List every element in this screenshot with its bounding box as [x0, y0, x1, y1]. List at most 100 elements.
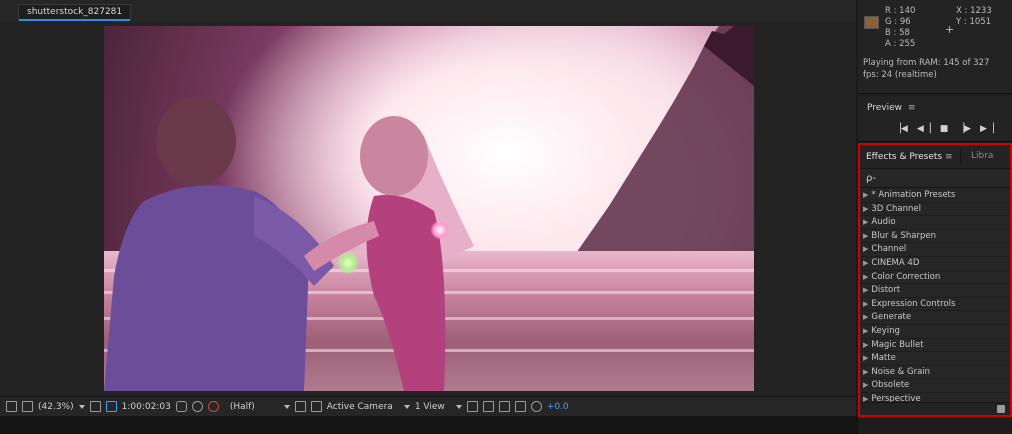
effect-category-label: CINEMA 4D	[871, 257, 920, 268]
effect-category-item[interactable]: ▶ 3D Channel	[860, 203, 1010, 217]
new-bin-icon[interactable]	[997, 405, 1005, 413]
expand-arrow-icon[interactable]: ▶	[863, 273, 868, 281]
effect-category-item[interactable]: ▶ Keying	[860, 325, 1010, 339]
info-green: G : 96	[885, 17, 911, 27]
timeline-icon[interactable]	[498, 401, 510, 412]
preview-title[interactable]: Preview	[867, 103, 902, 113]
stop-icon[interactable]: ■	[940, 124, 949, 134]
views-select[interactable]: 1 View	[415, 402, 445, 412]
effect-category-item[interactable]: ▶ Magic Bullet	[860, 339, 1010, 353]
current-time[interactable]: 1:00:02:03	[122, 402, 171, 412]
effect-category-label: * Animation Presets	[871, 190, 956, 200]
zoom-dropdown-icon[interactable]	[78, 404, 85, 409]
viewer-toolbar: (42.3%) 1:00:02:03 (Half) Active Camera …	[0, 396, 856, 416]
expand-arrow-icon[interactable]: ▶	[863, 368, 868, 376]
effect-category-label: Distort	[871, 285, 901, 296]
flowchart-icon[interactable]	[514, 401, 526, 412]
expand-arrow-icon[interactable]: ▶	[863, 354, 868, 362]
expand-arrow-icon[interactable]: ▶	[863, 341, 868, 349]
effect-category-item[interactable]: ▶ * Animation Presets	[860, 189, 1010, 203]
effect-category-label: 3D Channel	[871, 203, 921, 214]
expand-arrow-icon[interactable]: ▶	[863, 191, 868, 199]
last-frame-icon[interactable]: ▶▕	[980, 124, 994, 134]
info-red: R : 140	[885, 6, 916, 16]
info-panel: R : 140 G : 96 B : 58 A : 255 + X : 1233…	[858, 0, 1012, 94]
effect-category-item[interactable]: ▶ Obsolete	[860, 379, 1010, 393]
effect-category-item[interactable]: ▶ Distort	[860, 284, 1010, 298]
first-frame-icon[interactable]: ▕◀	[894, 124, 908, 134]
effect-category-item[interactable]: ▶ Color Correction	[860, 271, 1010, 285]
expand-arrow-icon[interactable]: ▶	[863, 300, 868, 308]
composition-frame-image[interactable]	[104, 26, 754, 391]
effect-category-item[interactable]: ▶ Matte	[860, 352, 1010, 366]
render-icon[interactable]	[482, 401, 494, 412]
effect-category-item[interactable]: ▶ Noise & Grain	[860, 366, 1010, 380]
effect-category-label: Channel	[871, 244, 907, 255]
info-y: Y : 1051	[956, 17, 992, 27]
reset-exposure-icon[interactable]	[530, 401, 542, 412]
transparency-grid-icon[interactable]	[310, 401, 322, 412]
effect-category-label: Generate	[871, 312, 912, 323]
resolution-dropdown-icon[interactable]	[283, 404, 290, 409]
composition-viewer: shutterstock_827281 (42.3%) 1:00:02:03 (…	[0, 0, 856, 416]
region-of-interest-icon[interactable]	[105, 401, 117, 412]
expand-arrow-icon[interactable]: ▶	[863, 286, 868, 294]
toggle-pixel-aspect-icon[interactable]	[466, 401, 478, 412]
tab-libraries[interactable]: Libra	[960, 148, 1008, 166]
effect-category-label: Blur & Sharpen	[871, 230, 936, 241]
monitor-icon[interactable]	[22, 401, 33, 412]
crosshair-icon: +	[945, 23, 955, 36]
camera-dropdown-icon[interactable]	[403, 404, 410, 409]
expand-arrow-icon[interactable]: ▶	[863, 205, 868, 213]
expand-arrow-icon[interactable]: ▶	[863, 381, 868, 389]
expand-arrow-icon[interactable]: ▶	[863, 218, 868, 226]
expand-arrow-icon[interactable]: ▶	[863, 232, 868, 240]
effect-category-item[interactable]: ▶ CINEMA 4D	[860, 257, 1010, 271]
playback-status: Playing from RAM: 145 of 327	[863, 58, 990, 68]
zoom-level[interactable]: (42.3%)	[38, 402, 74, 412]
grid-icon[interactable]	[89, 401, 101, 412]
effect-category-item[interactable]: ▶ Blur & Sharpen	[860, 230, 1010, 244]
info-alpha: A : 255	[885, 39, 916, 49]
show-snapshot-icon[interactable]	[191, 401, 203, 412]
expand-arrow-icon[interactable]: ▶	[863, 313, 868, 321]
effects-tab-bar: Effects & Presets ≡ Libra	[860, 145, 1010, 169]
effect-category-label: Obsolete	[871, 380, 910, 391]
effect-category-item[interactable]: ▶ Expression Controls	[860, 298, 1010, 312]
panel-menu-icon[interactable]: ≡	[945, 152, 953, 162]
resolution-select[interactable]: (Half)	[230, 402, 255, 412]
previous-frame-icon[interactable]: ◀▕	[917, 124, 931, 134]
tab-effects-presets[interactable]: Effects & Presets	[866, 152, 942, 162]
effects-search[interactable]: ρ-	[860, 170, 1010, 188]
search-icon[interactable]: ρ-	[866, 173, 876, 184]
effect-category-label: Expression Controls	[871, 298, 956, 309]
camera-select[interactable]: Active Camera	[327, 402, 393, 412]
composition-tab[interactable]: shutterstock_827281	[18, 4, 132, 21]
next-frame-icon[interactable]: ▕▶	[957, 124, 971, 134]
fps-status: fps: 24 (realtime)	[863, 70, 937, 80]
fast-previews-icon[interactable]	[294, 401, 306, 412]
expand-arrow-icon[interactable]: ▶	[863, 259, 868, 267]
effect-category-label: Audio	[871, 217, 896, 228]
effects-list: ▶ * Animation Presets ▶ 3D Channel ▶ Audio ▶ Bl…	[860, 189, 1010, 403]
effect-category-label: Matte	[871, 353, 896, 364]
effect-category-label: Keying	[871, 325, 900, 336]
snapshot-icon[interactable]	[175, 401, 187, 412]
expand-arrow-icon[interactable]: ▶	[863, 245, 868, 253]
always-preview-icon[interactable]	[6, 401, 17, 412]
effect-category-item[interactable]: ▶ Audio	[860, 216, 1010, 230]
effect-category-item[interactable]: ▶ Generate	[860, 311, 1010, 325]
expand-arrow-icon[interactable]: ▶	[863, 327, 868, 335]
viewer-tab-bar: shutterstock_827281	[0, 0, 856, 22]
exposure-value[interactable]: +0.0	[547, 402, 569, 412]
viewer-canvas[interactable]	[0, 22, 856, 396]
color-channels-icon[interactable]	[207, 401, 219, 412]
info-x: X : 1233	[956, 6, 992, 16]
views-dropdown-icon[interactable]	[455, 404, 462, 409]
effect-category-item[interactable]: ▶ Channel	[860, 243, 1010, 257]
effect-category-label: Magic Bullet	[871, 339, 924, 350]
effects-footer	[860, 402, 1010, 415]
right-panels: R : 140 G : 96 B : 58 A : 255 + X : 1233…	[858, 0, 1012, 434]
lens-flare	[431, 221, 449, 239]
panel-menu-icon[interactable]: ≡	[908, 103, 916, 113]
